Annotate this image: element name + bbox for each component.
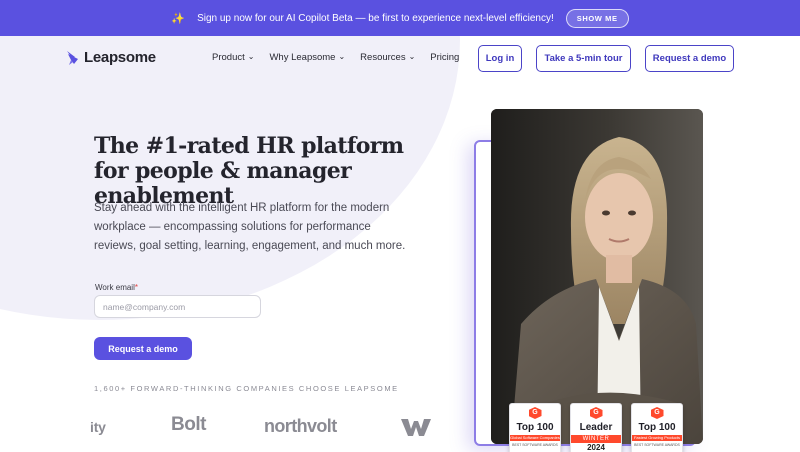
sparkles-icon: ✨ — [171, 12, 186, 25]
badge-title: Leader — [579, 422, 613, 433]
announcement-text: Sign up now for our AI Copilot Beta — be… — [197, 12, 554, 24]
work-email-label: Work email* — [95, 283, 138, 292]
leapsome-logo[interactable]: Leapsome — [66, 49, 156, 66]
nav-item-label: Why Leapsome — [269, 52, 336, 63]
request-demo-button[interactable]: Request a demo — [94, 337, 192, 360]
badge-band: Global Software Companies — [510, 435, 560, 441]
nav-item-product[interactable]: Product ⌄ — [212, 52, 254, 63]
work-email-label-text: Work email — [95, 283, 135, 292]
login-button[interactable]: Log in — [478, 45, 522, 72]
chevron-down-icon: ⌄ — [408, 52, 416, 61]
required-mark: * — [134, 283, 138, 292]
badge-sub: BEST SOFTWARE AWARDS — [634, 443, 680, 447]
nav-item-label: Resources — [360, 52, 406, 63]
g2-logo-icon: G — [589, 407, 603, 419]
request-demo-nav-button[interactable]: Request a demo — [645, 45, 734, 72]
leapsome-bird-icon — [67, 50, 78, 65]
g2-logo-icon: G — [528, 407, 542, 419]
take-tour-button[interactable]: Take a 5-min tour — [536, 45, 631, 72]
nav-item-pricing[interactable]: Pricing — [430, 52, 459, 63]
top-nav: Leapsome Product ⌄ Why Leapsome ⌄ Resour… — [0, 36, 800, 82]
badge-band: WINTER — [571, 435, 621, 443]
badge-sub: BEST SOFTWARE AWARDS — [512, 443, 558, 447]
g2-badge-top100-software: G Top 100 Global Software Companies BEST… — [509, 403, 561, 452]
g2-badge-leader: G Leader WINTER 2024 — [570, 403, 622, 452]
g2-logo-icon: G — [650, 407, 664, 419]
announcement-bar: ✨ Sign up now for our AI Copilot Beta — … — [0, 0, 800, 36]
g2-badge-top100-fastest: G Top 100 Fastest Growing Products BEST … — [631, 403, 683, 452]
companies-caption: 1,600+ FORWARD-THINKING COMPANIES CHOOSE… — [94, 384, 399, 393]
nav-item-label: Pricing — [430, 52, 460, 63]
company-logo-bolt: Bolt — [171, 414, 206, 435]
wolt-w-logo — [401, 417, 431, 442]
hero-subcopy: Stay ahead with the intelligent HR platf… — [94, 202, 406, 252]
brand-name: Leapsome — [84, 49, 156, 66]
show-me-button[interactable]: SHOW ME — [565, 8, 629, 28]
nav-links: Product ⌄ Why Leapsome ⌄ Resources ⌄ Pri… — [212, 52, 459, 63]
page: ✨ Sign up now for our AI Copilot Beta — … — [0, 0, 800, 452]
chevron-down-icon: ⌄ — [338, 52, 346, 61]
hero-portrait-image — [491, 109, 703, 444]
company-logo-northvolt: northvolt — [264, 416, 337, 436]
badge-title: Top 100 — [516, 422, 554, 433]
nav-item-label: Product — [212, 52, 245, 63]
company-logo-ity: ity — [90, 419, 106, 435]
nav-item-resources[interactable]: Resources ⌄ — [360, 52, 415, 63]
nav-item-why-leapsome[interactable]: Why Leapsome ⌄ — [269, 52, 345, 63]
chevron-down-icon: ⌄ — [247, 52, 255, 61]
badge-title: Top 100 — [638, 422, 676, 433]
badge-year: 2024 — [587, 443, 605, 452]
badge-band: Fastest Growing Products — [632, 435, 682, 441]
hero-headline: The #1-rated HR platform for people & ma… — [94, 133, 404, 209]
work-email-input[interactable] — [94, 295, 261, 318]
